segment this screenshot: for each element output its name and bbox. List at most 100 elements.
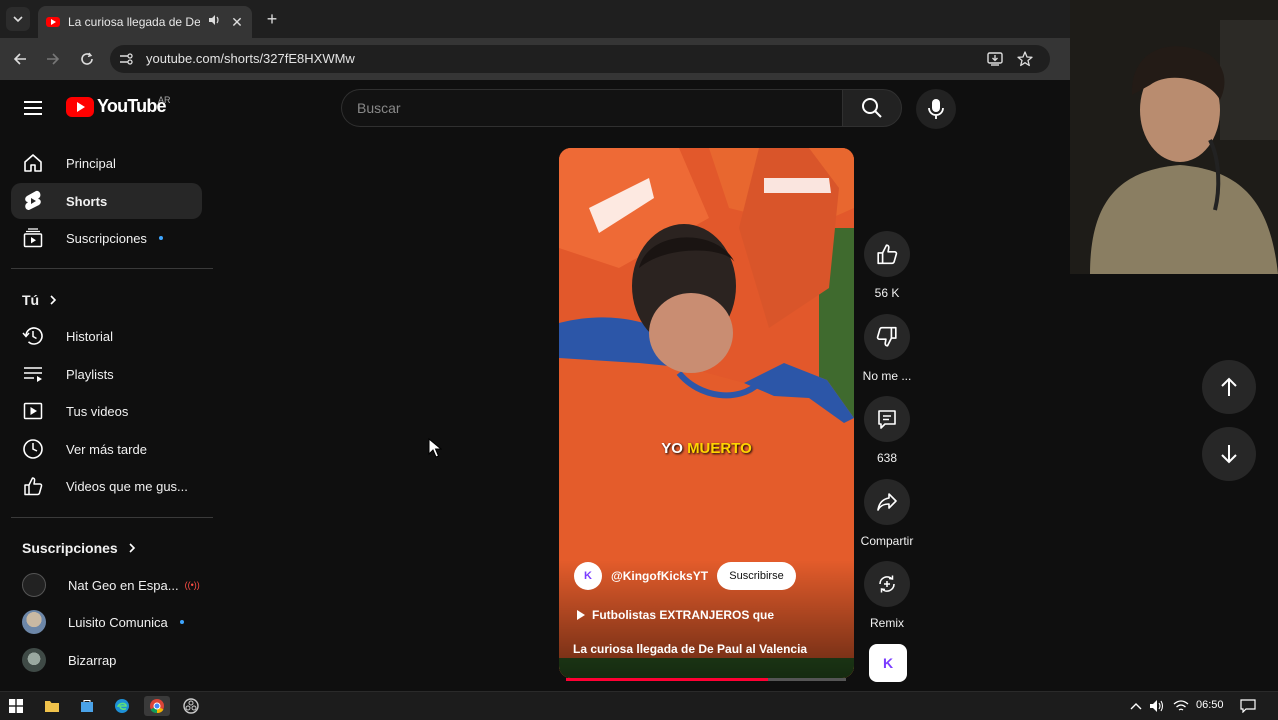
remix-action[interactable]: Remix (858, 561, 916, 630)
share-action[interactable]: Compartir (858, 479, 916, 548)
sidebar-item-tus-videos[interactable]: Tus videos (11, 393, 202, 429)
history-icon (22, 325, 44, 347)
site-info-icon[interactable] (118, 51, 134, 67)
file-explorer-icon[interactable] (42, 696, 62, 716)
sidebar-item-principal[interactable]: Principal (11, 145, 202, 181)
video-caption: YO MUERTO (559, 440, 854, 457)
comments-button[interactable] (864, 396, 910, 442)
dislike-button[interactable] (864, 314, 910, 360)
arrow-right-icon (47, 53, 60, 65)
subscriptions-heading-label: Suscripciones (22, 540, 118, 556)
channel-avatar[interactable]: K (574, 562, 602, 590)
like-action[interactable]: 56 K (858, 231, 916, 300)
sidebar-item-label: Ver más tarde (66, 441, 147, 457)
subscription-label: Bizarrap (68, 652, 117, 668)
edge-browser-icon[interactable] (112, 696, 132, 716)
sidebar-item-suscripciones[interactable]: Suscripciones (11, 220, 202, 256)
sidebar-item-ver-mas-tarde[interactable]: Ver más tarde (11, 431, 202, 467)
tray-chevron-up-icon[interactable] (1126, 696, 1146, 716)
channel-handle[interactable]: @KingofKicksYT (611, 569, 708, 583)
subscription-item-bizarrap[interactable]: Bizarrap (11, 642, 202, 678)
sidebar-item-label: Playlists (66, 366, 114, 382)
channel-avatar (22, 610, 46, 634)
thumbs-down-icon (876, 326, 897, 347)
channel-avatar (22, 648, 46, 672)
volume-icon[interactable] (1147, 696, 1167, 716)
close-tab-icon[interactable]: ✕ (230, 14, 244, 31)
liked-videos-icon (22, 475, 44, 497)
new-tab-button[interactable]: + (262, 9, 282, 29)
chevron-right-icon (50, 295, 57, 305)
windows-start-icon[interactable] (6, 696, 26, 716)
arrow-left-icon (13, 53, 26, 65)
share-label: Compartir (860, 534, 914, 548)
sidebar-divider (11, 517, 213, 518)
mouse-cursor-icon (428, 437, 443, 463)
microphone-icon (928, 99, 944, 119)
webcam-feed-image (1070, 0, 1278, 274)
remix-label: Remix (869, 616, 904, 630)
sidebar-item-label: Tus videos (66, 403, 129, 419)
watch-later-icon (22, 438, 44, 460)
sidebar-item-playlists[interactable]: Playlists (11, 356, 202, 392)
search-input[interactable]: Buscar (341, 89, 843, 127)
search-icon (862, 98, 882, 118)
thumbs-up-icon (877, 244, 898, 265)
sidebar-item-historial[interactable]: Historial (11, 318, 202, 354)
search-button[interactable] (842, 89, 902, 127)
you-section-heading[interactable]: Tú (22, 292, 57, 308)
store-icon[interactable] (77, 696, 97, 716)
remix-button[interactable] (864, 561, 910, 607)
share-icon (877, 493, 897, 511)
subscriptions-icon (22, 227, 44, 249)
sidebar-item-shorts[interactable]: Shorts (11, 183, 202, 219)
subscriptions-section-heading[interactable]: Suscripciones (22, 540, 136, 556)
channel-avatar (22, 573, 46, 597)
sidebar-item-videos-que-me-gustan[interactable]: Videos que me gus... (11, 468, 202, 504)
sound-source-avatar[interactable]: K (869, 644, 907, 682)
taskbar-clock[interactable]: 06:50 (1196, 699, 1224, 711)
install-app-icon[interactable] (986, 50, 1004, 73)
back-button[interactable] (9, 48, 31, 70)
your-videos-icon (22, 400, 44, 422)
chevron-down-icon (13, 16, 23, 23)
browser-tab[interactable]: La curiosa llegada de De Paul al Valenci… (38, 6, 252, 38)
caption-word-a: YO (661, 440, 683, 457)
reload-button[interactable] (76, 48, 98, 70)
remix-icon (879, 575, 895, 593)
previous-short-button[interactable] (1202, 360, 1256, 414)
new-content-dot (179, 620, 184, 624)
sidebar-item-label: Suscripciones (66, 230, 147, 246)
audio-playing-icon[interactable] (208, 13, 222, 31)
forward-button[interactable] (42, 48, 64, 70)
share-button[interactable] (864, 479, 910, 525)
dislike-action[interactable]: No me ... (858, 314, 916, 383)
sidebar-item-label: Shorts (66, 193, 108, 209)
url-text[interactable]: youtube.com/shorts/327fE8HXWMw (146, 51, 355, 66)
playlist-link[interactable]: Futbolistas EXTRANJEROS que (576, 608, 774, 622)
tab-search-button[interactable] (6, 7, 30, 31)
notifications-icon[interactable] (1238, 696, 1258, 716)
webcam-overlay (1070, 0, 1278, 274)
obs-icon[interactable] (181, 696, 201, 716)
sidebar-divider (11, 268, 213, 269)
chrome-browser-icon[interactable] (144, 696, 170, 716)
bookmark-star-icon[interactable] (1016, 50, 1034, 73)
video-title[interactable]: La curiosa llegada de De Paul al Valenci… (573, 642, 807, 656)
sidebar-item-label: Videos que me gus... (66, 478, 188, 494)
comments-action[interactable]: 638 (858, 396, 916, 465)
youtube-logo[interactable]: YouTube (66, 96, 167, 117)
subscription-item-natgeo[interactable]: Nat Geo en Espa... ((•)) (11, 567, 202, 603)
sidebar-item-label: Principal (66, 155, 116, 171)
playlists-icon (22, 363, 44, 385)
next-short-button[interactable] (1202, 427, 1256, 481)
home-icon (22, 152, 44, 174)
tab-title: La curiosa llegada de De Paul al Valenci… (68, 15, 200, 29)
subscribe-button[interactable]: Suscribirse (717, 562, 796, 590)
network-icon[interactable] (1171, 696, 1191, 716)
comment-icon (878, 410, 896, 429)
like-button[interactable] (864, 231, 910, 277)
voice-search-button[interactable] (916, 89, 956, 129)
menu-icon[interactable] (22, 98, 44, 118)
subscription-item-luisito[interactable]: Luisito Comunica (11, 604, 202, 640)
